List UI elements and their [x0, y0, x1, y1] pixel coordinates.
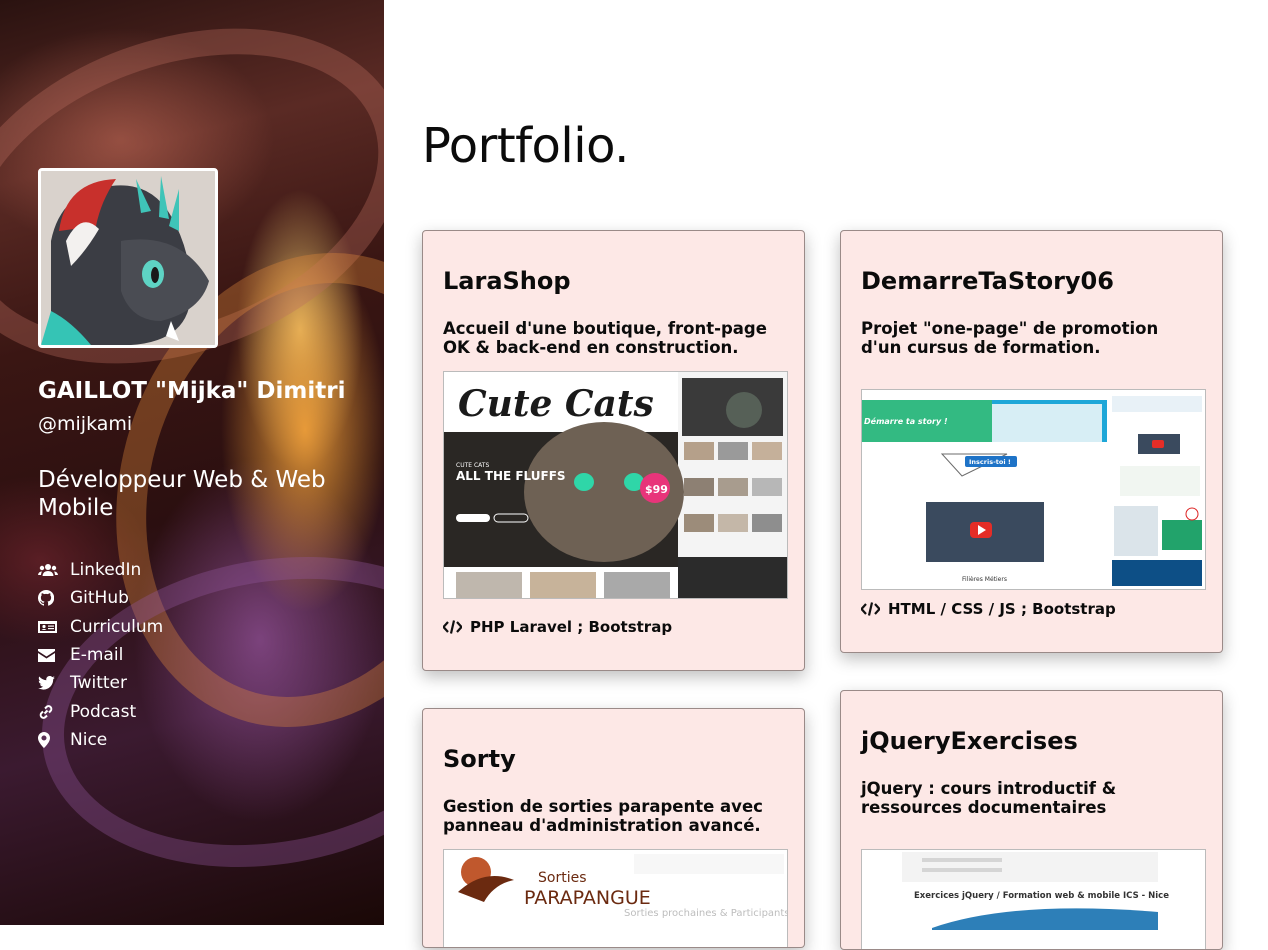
- users-icon: [38, 561, 62, 579]
- link-linkedin[interactable]: LinkedIn: [38, 556, 163, 584]
- hero-banner: Démarre ta story !: [864, 416, 948, 426]
- link-location: Nice: [38, 726, 163, 754]
- twitter-icon: [38, 674, 62, 692]
- project-description: Gestion de sorties parapente avec pannea…: [443, 797, 763, 835]
- profile-name: GAILLOT "Mijka" Dimitri: [38, 378, 346, 404]
- link-label: E-mail: [70, 645, 124, 666]
- page-caption: Exercices jQuery / Formation web & mobil…: [914, 891, 1169, 901]
- link-email[interactable]: E-mail: [38, 641, 163, 669]
- project-title: LaraShop: [443, 267, 571, 295]
- project-title: jQueryExercises: [861, 727, 1078, 755]
- project-screenshot[interactable]: Exercices jQuery / Formation web & mobil…: [861, 849, 1206, 949]
- link-label: GitHub: [70, 588, 129, 609]
- project-card-sorty[interactable]: Sorty Gestion de sorties parapente avec …: [422, 708, 805, 948]
- link-podcast[interactable]: Podcast: [38, 697, 163, 725]
- brand-main: PARAPANGUE: [524, 887, 651, 909]
- link-github[interactable]: GitHub: [38, 584, 163, 612]
- project-screenshot[interactable]: Démarre ta story ! Inscris-toi ! Filière…: [861, 389, 1206, 590]
- project-description: jQuery : cours introductif & ressources …: [861, 779, 1117, 817]
- page-subtitle: Sorties prochaines & Participants: [624, 908, 787, 919]
- brand-top: Sorties: [538, 870, 587, 886]
- project-tech: PHP Laravel ; Bootstrap: [443, 618, 672, 636]
- github-icon: [38, 589, 62, 607]
- link-twitter[interactable]: Twitter: [38, 669, 163, 697]
- link-icon: [38, 703, 62, 721]
- project-screenshot[interactable]: Sorties PARAPANGUE Sorties prochaines & …: [443, 849, 788, 947]
- brand-logo: Cute Cats: [458, 383, 654, 425]
- project-card-larashop[interactable]: LaraShop Accueil d'une boutique, front-p…: [422, 230, 805, 671]
- link-label: LinkedIn: [70, 560, 142, 581]
- tech-label: HTML / CSS / JS ; Bootstrap: [888, 600, 1116, 618]
- link-label: Curriculum: [70, 616, 164, 637]
- envelope-icon: [38, 646, 62, 664]
- project-title: DemarreTaStory06: [861, 267, 1114, 295]
- id-card-icon: [38, 618, 62, 636]
- project-screenshot[interactable]: Cute Cats CUTE CATS ALL THE FLUFFS $99: [443, 371, 788, 599]
- sidebar: GAILLOT "Mijka" Dimitri @mijkami Dévelop…: [0, 0, 384, 925]
- code-icon: [443, 620, 462, 634]
- link-label: Podcast: [70, 701, 137, 722]
- tech-label: PHP Laravel ; Bootstrap: [470, 618, 673, 636]
- link-label: Twitter: [70, 673, 127, 694]
- project-title: Sorty: [443, 745, 516, 773]
- project-card-jqueryexercises[interactable]: jQueryExercises jQuery : cours introduct…: [840, 690, 1223, 950]
- hero-headline: ALL THE FLUFFS: [456, 469, 566, 483]
- price-badge: $99: [645, 483, 668, 496]
- page-title: Portfolio.: [422, 118, 629, 174]
- profile-role: Développeur Web & Web Mobile: [38, 467, 326, 521]
- code-icon: [861, 602, 880, 616]
- project-description: Projet "one-page" de promotion d'un curs…: [861, 319, 1159, 357]
- link-label: Nice: [70, 729, 108, 750]
- profile-handle: @mijkami: [38, 413, 133, 435]
- project-description: Accueil d'une boutique, front-page OK & …: [443, 319, 767, 357]
- social-links: LinkedIn GitHub Curriculum E-mail Twitte…: [38, 556, 163, 754]
- cta-button: Inscris-toi !: [969, 458, 1011, 466]
- video-caption: Filières Métiers: [962, 576, 1007, 583]
- project-tech: HTML / CSS / JS ; Bootstrap: [861, 600, 1116, 618]
- project-card-demarretastory06[interactable]: DemarreTaStory06 Projet "one-page" de pr…: [840, 230, 1223, 653]
- hero-label: CUTE CATS: [456, 462, 489, 469]
- avatar: [38, 168, 218, 348]
- link-curriculum[interactable]: Curriculum: [38, 613, 163, 641]
- map-marker-icon: [38, 731, 62, 749]
